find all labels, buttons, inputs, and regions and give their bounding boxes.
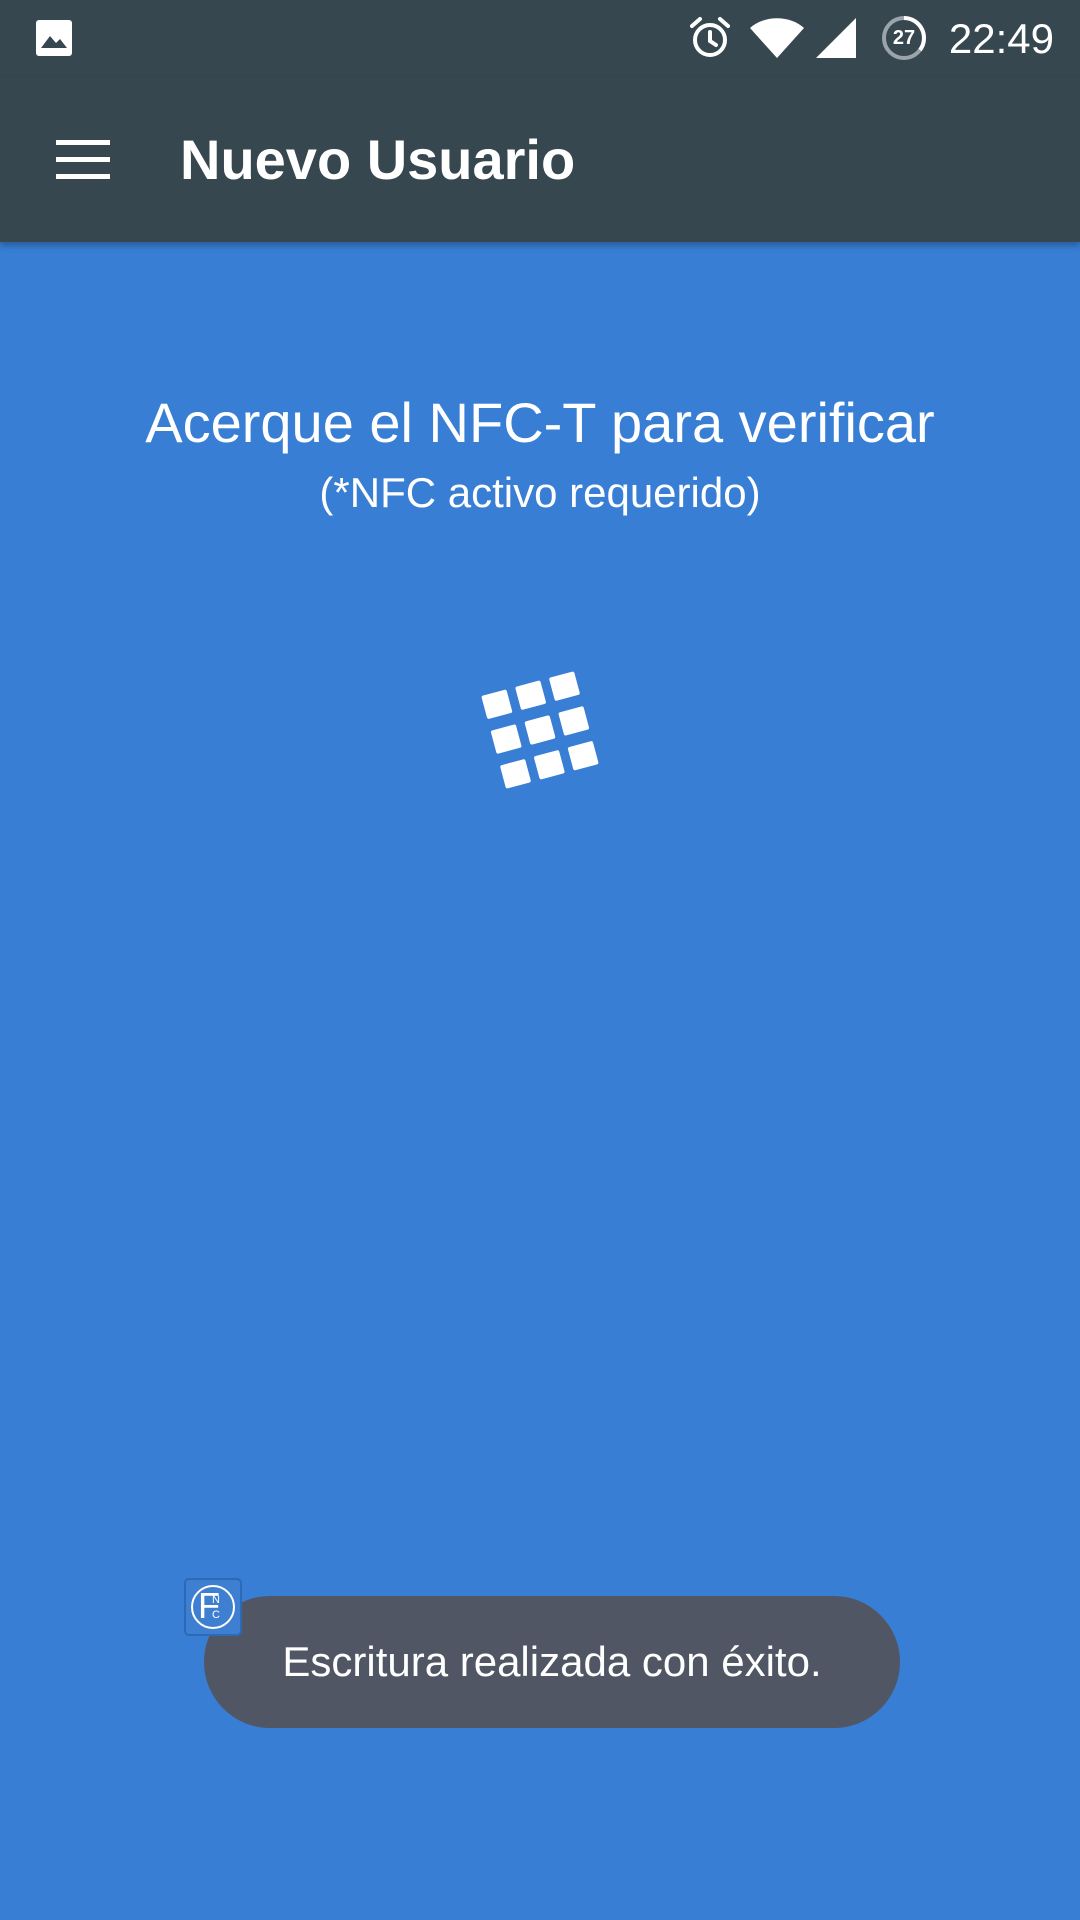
grid-loading-icon xyxy=(481,671,599,789)
wifi-icon xyxy=(750,18,804,58)
battery-badge: 27 xyxy=(892,27,916,49)
nfc-instruction-heading: Acerque el NFC-T para verificar xyxy=(145,391,935,454)
app-bar: Nuevo Usuario xyxy=(0,78,1080,242)
battery-saver-icon: 27 xyxy=(880,14,928,62)
toast-app-icon-letter-n: N xyxy=(212,1594,220,1606)
toast-app-icon-letter-c: C xyxy=(212,1609,220,1621)
hamburger-menu-icon[interactable] xyxy=(36,120,132,200)
signal-icon xyxy=(816,18,856,58)
toast-message: Escritura realizada con éxito. xyxy=(282,1638,822,1685)
status-bar: 27 22:49 xyxy=(0,0,1080,78)
gallery-icon xyxy=(36,20,72,56)
nfc-requirement-note: (*NFC activo requerido) xyxy=(319,469,761,516)
toast-app-icon: F N C xyxy=(184,1578,242,1636)
toast: Escritura realizada con éxito. xyxy=(204,1596,900,1728)
alarm-icon xyxy=(690,17,730,57)
status-time: 22:49 xyxy=(948,15,1054,62)
page-title: Nuevo Usuario xyxy=(180,128,576,191)
